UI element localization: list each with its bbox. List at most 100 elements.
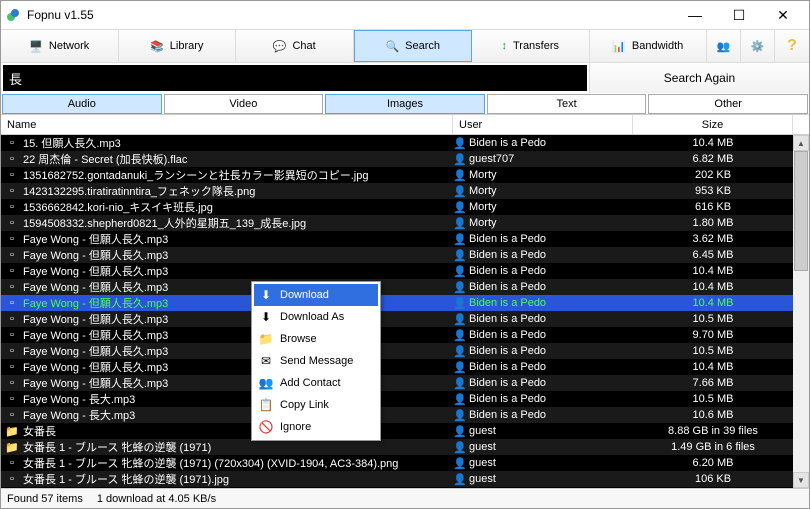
result-row[interactable]: ▫Faye Wong - 但願人長久.mp3👤Biden is a Pedo6.…	[1, 247, 809, 263]
ctx-download[interactable]: ⬇Download	[254, 284, 378, 306]
file-icon: ▫	[4, 313, 20, 325]
close-button[interactable]: ✕	[761, 2, 805, 28]
user-name: Biden is a Pedo	[467, 361, 633, 373]
tab-video[interactable]: Video	[164, 94, 324, 114]
transfers-icon: ↕	[501, 40, 507, 52]
context-menu: ⬇Download ⬇Download As 📁Browse ✉Send Mes…	[251, 281, 381, 441]
result-row[interactable]: ▫1594508332.shepherd0821_人外的星期五_139_成長e.…	[1, 215, 809, 231]
file-icon: ▫	[4, 281, 20, 293]
search-button[interactable]: 🔍Search	[354, 30, 473, 62]
result-row[interactable]: ▫Faye Wong - 但願人長久.mp3👤Biden is a Pedo10…	[1, 263, 809, 279]
header-size[interactable]: Size	[633, 115, 793, 134]
titlebar: Fopnu v1.55 — ☐ ✕	[1, 1, 809, 29]
result-row[interactable]: ▫Faye Wong - 長大.mp3👤Biden is a Pedo10.6 …	[1, 407, 809, 423]
gear-icon: ⚙️	[751, 40, 765, 53]
file-name: Faye Wong - 但願人長久.mp3	[23, 231, 453, 247]
settings-button[interactable]: ⚙️	[741, 30, 775, 62]
result-row[interactable]: ▫Faye Wong - 但願人長久.mp3👤Biden is a Pedo10…	[1, 295, 809, 311]
header-name[interactable]: Name	[1, 115, 453, 134]
chat-button[interactable]: 💬Chat	[236, 30, 354, 62]
user-name: Morty	[467, 217, 633, 229]
search-again-button[interactable]: Search Again	[589, 63, 809, 93]
scroll-thumb[interactable]	[794, 151, 808, 271]
folder-icon: 📁	[4, 441, 20, 454]
file-size: 10.4 MB	[633, 281, 793, 293]
user-name: Biden is a Pedo	[467, 377, 633, 389]
file-icon: ▫	[4, 201, 20, 213]
file-name: Faye Wong - 但願人長久.mp3	[23, 359, 453, 375]
result-row[interactable]: ▫Faye Wong - 但願人長久.mp3👤Biden is a Pedo9.…	[1, 327, 809, 343]
tab-images[interactable]: Images	[325, 94, 485, 114]
search-input[interactable]	[3, 65, 587, 91]
header-scrollbar-spacer	[793, 115, 809, 134]
user-name: Biden is a Pedo	[467, 329, 633, 341]
help-button[interactable]: ?	[775, 30, 809, 62]
result-row[interactable]: ▫22 周杰倫 - Secret (加長快板).flac👤guest7076.8…	[1, 151, 809, 167]
network-button[interactable]: 🖥️Network	[1, 30, 119, 62]
user-icon: 👤	[453, 297, 467, 310]
result-row[interactable]: ▫1536662842.kori-nio_キスイキ班長.jpg👤Morty616…	[1, 199, 809, 215]
file-icon: ▫	[4, 297, 20, 309]
result-row[interactable]: ▫1351682752.gontadanuki_ランシーンと社長カラー影異短のコ…	[1, 167, 809, 183]
message-icon: ✉	[258, 354, 274, 368]
library-button[interactable]: 📚Library	[119, 30, 237, 62]
ctx-download-as[interactable]: ⬇Download As	[254, 306, 378, 328]
filter-tabs: Audio Video Images Text Other	[1, 93, 809, 115]
file-name: 1536662842.kori-nio_キスイキ班長.jpg	[23, 199, 453, 215]
file-name: Faye Wong - 但願人長久.mp3	[23, 279, 453, 295]
user-icon: 👤	[453, 201, 467, 214]
search-icon: 🔍	[385, 40, 399, 53]
result-row[interactable]: ▫1423132295.tiratiratinntira_フェネック隊長.png…	[1, 183, 809, 199]
result-row[interactable]: ▫Faye Wong - 但願人長久.mp3👤Biden is a Pedo3.…	[1, 231, 809, 247]
ctx-add-contact[interactable]: 👥Add Contact	[254, 372, 378, 394]
user-icon: 👤	[453, 313, 467, 326]
result-row[interactable]: 📁女番長 2 - ブルース 牝蜂の挑戦 (1972)👤guest787 MB i…	[1, 487, 809, 488]
file-size: 616 KB	[633, 201, 793, 213]
result-row[interactable]: ▫Faye Wong - 但願人長久.mp3👤Biden is a Pedo10…	[1, 311, 809, 327]
scroll-down-button[interactable]: ▼	[793, 472, 809, 488]
file-name: 15. 但願人長久.mp3	[23, 135, 453, 151]
tab-other[interactable]: Other	[648, 94, 808, 114]
ctx-browse[interactable]: 📁Browse	[254, 328, 378, 350]
main-toolbar: 🖥️Network 📚Library 💬Chat 🔍Search ↕Transf…	[1, 29, 809, 63]
file-icon: ▫	[4, 137, 20, 149]
bandwidth-button[interactable]: 📊Bandwidth	[590, 30, 708, 62]
result-row[interactable]: ▫Faye Wong - 但願人長久.mp3👤Biden is a Pedo10…	[1, 343, 809, 359]
ctx-copy-link[interactable]: 📋Copy Link	[254, 394, 378, 416]
file-size: 202 KB	[633, 169, 793, 181]
results-list[interactable]: ▫15. 但願人長久.mp3👤Biden is a Pedo10.4 MB▫22…	[1, 135, 809, 488]
user-icon: 👤	[453, 393, 467, 406]
result-row[interactable]: ▫女番長 1 - ブルース 牝蜂の逆襲 (1971).jpg👤guest106 …	[1, 471, 809, 487]
user-icon: 👤	[453, 281, 467, 294]
header-user[interactable]: User	[453, 115, 633, 134]
file-icon: ▫	[4, 249, 20, 261]
users-button[interactable]: 👥	[707, 30, 741, 62]
file-size: 10.5 MB	[633, 313, 793, 325]
user-name: Biden is a Pedo	[467, 345, 633, 357]
result-row[interactable]: ▫Faye Wong - 但願人長久.mp3👤Biden is a Pedo10…	[1, 359, 809, 375]
user-name: Biden is a Pedo	[467, 393, 633, 405]
maximize-button[interactable]: ☐	[717, 2, 761, 28]
tab-text[interactable]: Text	[487, 94, 647, 114]
tab-audio[interactable]: Audio	[2, 94, 162, 114]
result-row[interactable]: ▫Faye Wong - 長大.mp3👤Biden is a Pedo10.5 …	[1, 391, 809, 407]
result-row[interactable]: ▫15. 但願人長久.mp3👤Biden is a Pedo10.4 MB	[1, 135, 809, 151]
user-icon: 👤	[453, 473, 467, 486]
transfers-button[interactable]: ↕Transfers	[472, 30, 590, 62]
result-row[interactable]: ▫Faye Wong - 但願人長久.mp3👤Biden is a Pedo10…	[1, 279, 809, 295]
ctx-send-message[interactable]: ✉Send Message	[254, 350, 378, 372]
result-row[interactable]: ▫女番長 1 - ブルース 牝蜂の逆襲 (1971) (720x304) (XV…	[1, 455, 809, 471]
result-row[interactable]: 📁女番長 1 - ブルース 牝蜂の逆襲 (1971)👤guest1.49 GB …	[1, 439, 809, 455]
file-size: 10.4 MB	[633, 361, 793, 373]
file-icon: ▫	[4, 169, 20, 181]
result-row[interactable]: 📁女番長👤guest8.88 GB in 39 files	[1, 423, 809, 439]
ctx-ignore[interactable]: 🚫Ignore	[254, 416, 378, 438]
scrollbar[interactable]: ▲ ▼	[793, 135, 809, 488]
file-icon: ▫	[4, 473, 20, 485]
scroll-up-button[interactable]: ▲	[793, 135, 809, 151]
file-size: 8.88 GB in 39 files	[633, 425, 793, 437]
minimize-button[interactable]: —	[673, 2, 717, 28]
file-icon: ▫	[4, 361, 20, 373]
file-icon: ▫	[4, 329, 20, 341]
result-row[interactable]: ▫Faye Wong - 但願人長久.mp3👤Biden is a Pedo7.…	[1, 375, 809, 391]
